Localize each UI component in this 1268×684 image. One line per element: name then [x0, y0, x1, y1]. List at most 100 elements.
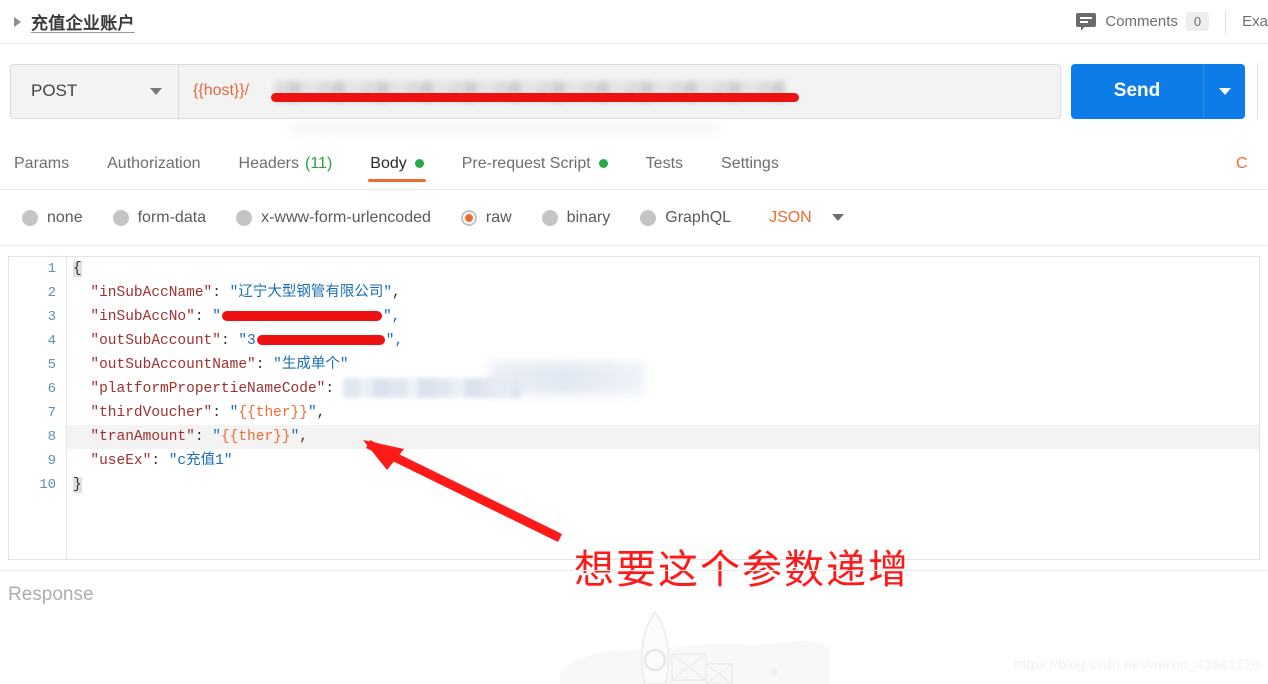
- comment-bubble-icon[interactable]: [1076, 13, 1097, 31]
- json-value: "辽宁大型钢管有限公司": [229, 285, 393, 301]
- watermark-text: https://blog.csdn.net/weixin_43881220: [1014, 656, 1260, 672]
- json-key: "inSubAccNo": [90, 309, 195, 325]
- radio-icon: [640, 209, 657, 226]
- chevron-down-icon: [150, 87, 162, 95]
- examples-label[interactable]: Exa: [1242, 13, 1268, 30]
- line-number: 5: [47, 357, 56, 373]
- code-brace-open: {: [73, 261, 82, 277]
- page-title: 充值企业账户: [31, 14, 135, 33]
- radio-label: binary: [566, 208, 611, 226]
- body-format-dropdown[interactable]: JSON: [769, 209, 844, 227]
- radio-label: raw: [485, 208, 512, 226]
- code-line: {: [67, 257, 1259, 281]
- request-body-editor[interactable]: 1 2 3 4 5 6 7 8 9 10 { "inSubAccName": "…: [8, 256, 1260, 560]
- radio-icon: [541, 209, 558, 226]
- value-redaction-bar: [221, 311, 382, 322]
- json-key: "tranAmount": [90, 429, 195, 445]
- json-key: "platformPropertieNameCode": [90, 381, 326, 397]
- code-line: "outSubAccount": "3 ",: [67, 329, 1259, 353]
- json-sep: :: [212, 285, 230, 301]
- postman-request-window: 充值企业账户 Comments 0 Exa POST {{host}}/ Sen…: [0, 0, 1268, 684]
- code-line: "platformPropertieNameCode":: [67, 377, 1259, 401]
- headers-count: (11): [305, 154, 333, 172]
- json-tail: ,: [392, 285, 401, 301]
- url-row-divider: [1257, 63, 1258, 119]
- tab-authorization[interactable]: Authorization: [107, 138, 200, 190]
- json-key: "inSubAccName": [90, 285, 213, 301]
- tab-label: Headers: [238, 154, 299, 172]
- radio-label: form-data: [137, 208, 207, 226]
- body-format-label: JSON: [769, 208, 812, 226]
- radio-label: GraphQL: [665, 208, 732, 226]
- tab-headers[interactable]: Headers (11): [239, 138, 333, 190]
- code-line: "thirdVoucher": "{{ther}}",: [90, 405, 326, 421]
- body-type-form-data[interactable]: form-data: [112, 208, 207, 227]
- dropdown-shadow: [290, 124, 720, 138]
- code-line: "useEx": "c充值1": [67, 449, 1259, 473]
- tab-label: Pre-request Script: [461, 154, 591, 172]
- response-label: Response: [8, 584, 94, 605]
- json-sep: :: [325, 381, 343, 397]
- json-tail: ,: [299, 429, 308, 445]
- json-value: "c充值1": [168, 453, 233, 469]
- json-key: "useEx": [90, 453, 152, 469]
- code-brace-close: }: [73, 477, 82, 493]
- http-method-label: POST: [31, 81, 78, 100]
- json-key: "outSubAccount": [90, 333, 221, 349]
- chevron-down-icon: [831, 214, 844, 221]
- body-type-x-www-form-urlencoded[interactable]: x-www-form-urlencoded: [236, 209, 431, 227]
- radio-label: none: [47, 208, 83, 226]
- body-type-none[interactable]: none: [22, 209, 83, 227]
- json-sep: :: [194, 309, 213, 325]
- send-button[interactable]: Send: [1071, 63, 1203, 119]
- json-value: ": [212, 309, 221, 325]
- json-sep: :: [151, 453, 169, 469]
- tab-label: Tests: [645, 154, 684, 172]
- json-sep: :: [212, 405, 230, 421]
- comments-label[interactable]: Comments: [1105, 13, 1178, 30]
- line-number: 4: [47, 333, 56, 349]
- json-key: "thirdVoucher": [90, 405, 213, 421]
- line-number: 3: [47, 309, 56, 325]
- body-type-graphql[interactable]: GraphQL: [640, 209, 731, 227]
- chevron-down-icon: [1218, 87, 1231, 95]
- tab-settings[interactable]: Settings: [721, 138, 779, 190]
- request-tabs: Params Authorization Headers (11) Body P…: [0, 138, 1268, 190]
- send-options-button[interactable]: [1203, 63, 1245, 119]
- line-number: 10: [39, 477, 56, 493]
- url-host-variable: {{host}}/: [193, 82, 250, 99]
- editor-code-area[interactable]: { "inSubAccName": "辽宁大型钢管有限公司", "inSubAc…: [67, 257, 1259, 559]
- json-sep: :: [255, 357, 274, 373]
- json-sep: :: [194, 429, 213, 445]
- json-variable: {{ther}}: [220, 429, 291, 445]
- tab-label: Body: [370, 154, 407, 172]
- json-variable: {{ther}}: [238, 405, 308, 421]
- tab-pre-request-script[interactable]: Pre-request Script: [462, 138, 608, 190]
- radio-icon: [112, 209, 129, 226]
- radio-label: x-www-form-urlencoded: [261, 208, 431, 226]
- body-type-raw[interactable]: raw: [460, 208, 512, 227]
- tab-body[interactable]: Body: [368, 138, 427, 190]
- tab-params[interactable]: Params: [14, 138, 69, 190]
- code-line: "inSubAccNo": " ",: [67, 305, 1259, 329]
- body-type-selector: none form-data x-www-form-urlencoded raw…: [0, 190, 1268, 246]
- value-blurred: [342, 378, 521, 399]
- body-type-binary[interactable]: binary: [541, 208, 611, 227]
- line-number: 7: [47, 405, 56, 421]
- status-dot-icon: [598, 159, 608, 168]
- url-redaction-bar: [271, 92, 799, 102]
- triangle-right-icon[interactable]: [14, 16, 21, 27]
- code-line: "inSubAccName": "辽宁大型钢管有限公司",: [67, 281, 1259, 305]
- json-value: "3: [238, 333, 256, 349]
- tab-label: Settings: [721, 154, 779, 172]
- response-divider: [0, 570, 1268, 571]
- code-line-active: "tranAmount": "{{ther}}",: [67, 425, 1259, 449]
- http-method-dropdown[interactable]: POST: [10, 63, 178, 119]
- request-header-bar: 充值企业账户 Comments 0 Exa: [0, 0, 1268, 44]
- tab-tests[interactable]: Tests: [646, 138, 683, 190]
- tab-cookies[interactable]: C: [1236, 138, 1262, 190]
- request-url-input[interactable]: {{host}}/: [178, 63, 1061, 119]
- json-tail: ,: [316, 405, 326, 421]
- line-number: 6: [47, 381, 56, 397]
- line-number: 1: [47, 261, 56, 277]
